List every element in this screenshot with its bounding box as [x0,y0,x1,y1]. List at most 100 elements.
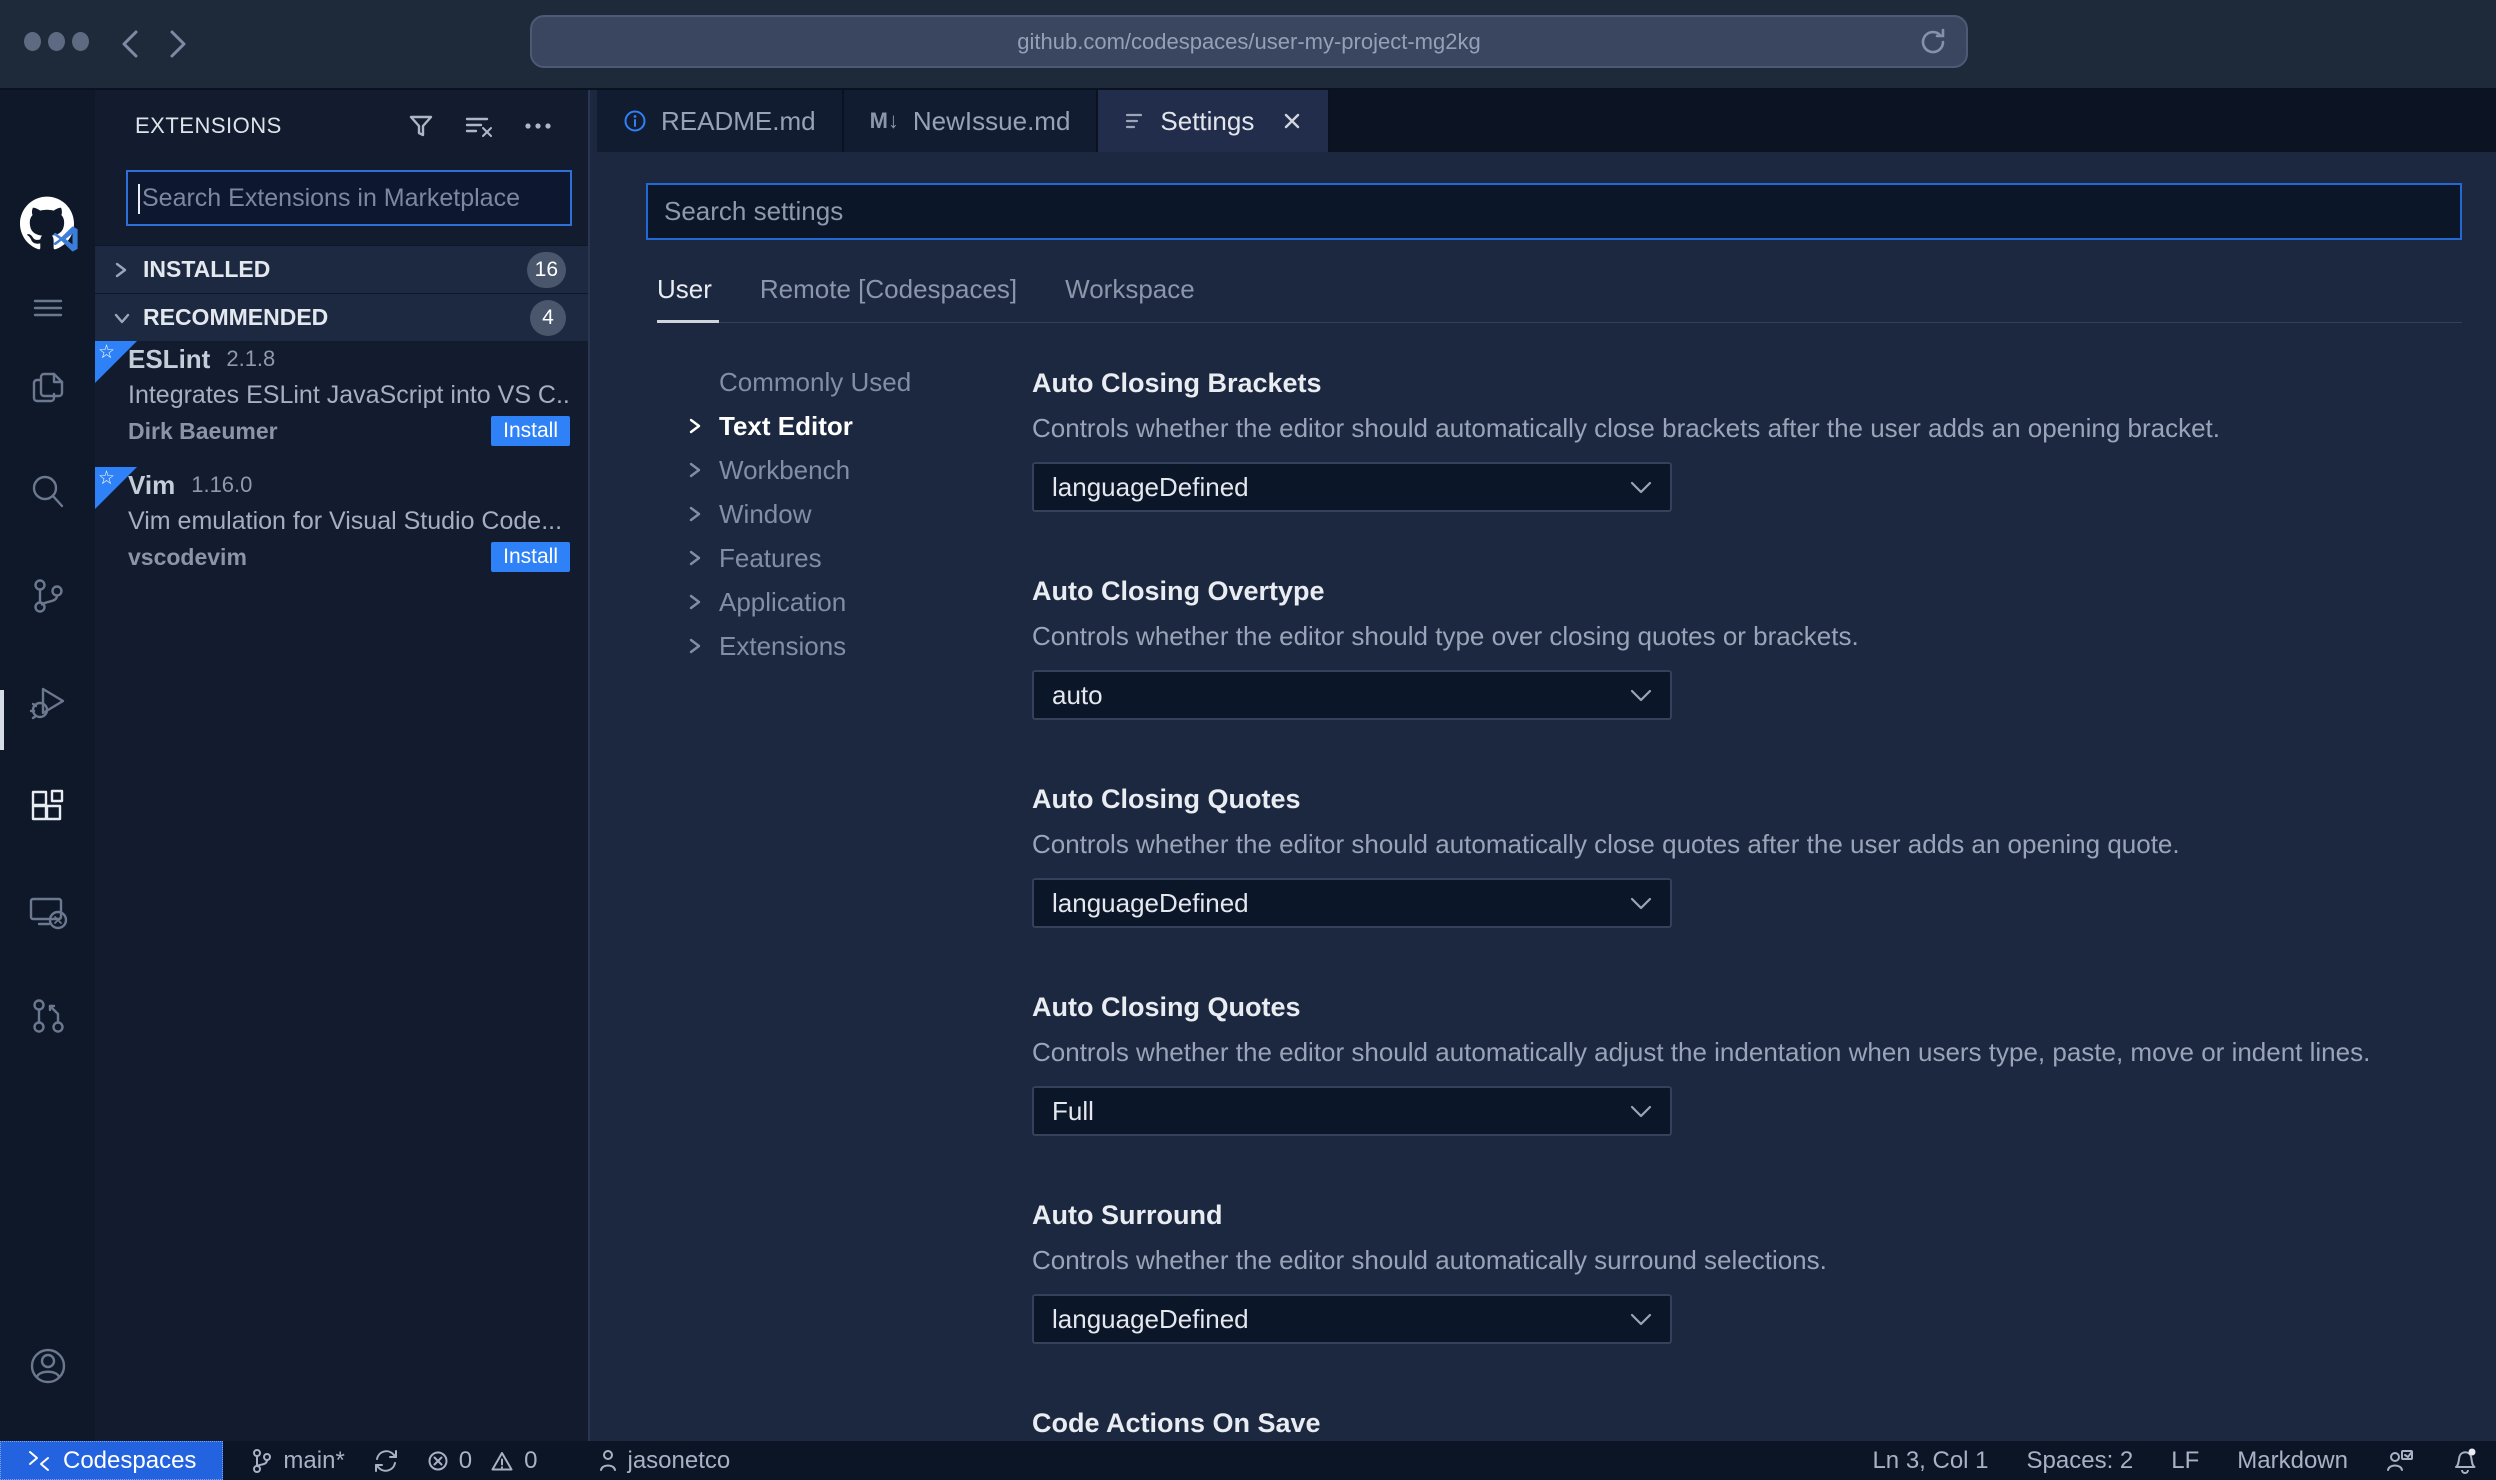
pull-request-icon[interactable] [20,988,76,1044]
warning-count: 0 [524,1446,538,1474]
traffic-light-minimize[interactable] [48,32,65,51]
source-control-icon[interactable] [20,568,76,624]
section-recommended[interactable]: RECOMMENDED 4 [95,293,588,341]
sync-icon [373,1448,399,1474]
more-actions-icon[interactable] [524,122,552,130]
user-label: jasonetco [627,1446,731,1474]
tree-label: Workbench [719,454,851,485]
forward-button[interactable] [160,26,196,62]
setting-dropdown[interactable]: languageDefined [1032,1294,1672,1344]
chevron-down-icon [113,310,133,326]
tree-item-commonly-used[interactable]: Commonly Used [683,360,1013,404]
extensions-search-input[interactable] [128,172,570,224]
tree-item-features[interactable]: Features [683,536,1013,580]
dropdown-value: languageDefined [1052,1303,1249,1334]
tab-label: Settings [1160,105,1255,136]
explorer-icon[interactable] [20,360,76,416]
chevron-right-icon [113,261,133,279]
markdown-icon: M↓ [869,108,899,133]
language-status[interactable]: Markdown [2237,1447,2348,1475]
install-button[interactable]: Install [491,542,570,572]
scope-tab-remote[interactable]: Remote [Codespaces] [760,274,1017,305]
clear-extensions-icon[interactable] [464,113,494,139]
url-bar[interactable]: github.com/codespaces/user-my-project-mg… [530,15,1968,68]
setting-dropdown[interactable]: auto [1032,670,1672,720]
traffic-light-close[interactable] [24,32,41,51]
install-button[interactable]: Install [491,416,570,446]
back-button[interactable] [112,26,148,62]
setting-dropdown[interactable]: languageDefined [1032,462,1672,512]
user-status[interactable]: jasonetco [598,1446,731,1475]
tree-item-application[interactable]: Application [683,580,1013,624]
filter-icon[interactable] [408,113,434,139]
extension-item-eslint[interactable]: ☆ ESLint 2.1.8 Integrates ESLint JavaScr… [95,341,588,463]
indent-status[interactable]: Spaces: 2 [2027,1447,2134,1475]
tab-newissue[interactable]: M↓ NewIssue.md [843,90,1099,152]
tab-label: README.md [661,105,816,136]
search-icon[interactable] [20,464,76,520]
setting-title: Auto Closing Brackets [1032,368,1322,398]
extensions-sidebar: EXTENSIONS INSTALLED 16 RECOMMENDED 4 ☆ [95,90,590,1441]
forward-icon [167,29,189,59]
extension-item-vim[interactable]: ☆ Vim 1.16.0 Vim emulation for Visual St… [95,467,588,589]
tree-item-window[interactable]: Window [683,492,1013,536]
tab-readme[interactable]: README.md [597,90,844,152]
remote-icon [27,1450,51,1472]
eol-status[interactable]: LF [2171,1447,2199,1475]
settings-search[interactable] [646,183,2462,240]
menu-icon[interactable] [20,280,76,336]
tree-label: Application [719,586,847,617]
codespaces-badge[interactable]: Codespaces [0,1441,224,1480]
extension-version: 1.16.0 [191,472,253,497]
refresh-button[interactable] [1918,27,1948,57]
setting-title: Auto Closing Quotes [1032,784,1301,814]
tree-item-extensions[interactable]: Extensions [683,624,1013,668]
extensions-icon[interactable] [20,780,76,836]
setting-dropdown[interactable]: Full [1032,1086,1672,1136]
browser-chrome: github.com/codespaces/user-my-project-mg… [0,0,2496,90]
setting-title: Auto Closing Overtype [1032,576,1325,606]
extension-name: Vim [128,469,176,500]
info-icon [623,109,647,133]
scope-tab-workspace[interactable]: Workspace [1065,274,1195,305]
settings-scope-tabs: User Remote [Codespaces] Workspace [657,274,1195,305]
settings-page: User Remote [Codespaces] Workspace Commo… [597,152,2496,1441]
setting-auto-closing-quotes-2: Auto Closing Quotes Controls whether the… [1032,992,2457,1136]
extensions-search[interactable] [126,170,572,226]
github-codespaces-logo[interactable] [19,196,78,252]
extension-description: Integrates ESLint JavaScript into VS C..… [128,380,570,409]
text-caret [138,184,140,214]
debug-icon[interactable] [20,674,76,730]
branch-status[interactable]: main* [251,1447,345,1475]
cursor-position[interactable]: Ln 3, Col 1 [1872,1447,1988,1475]
traffic-light-zoom[interactable] [72,32,89,51]
feedback-icon[interactable] [2386,1448,2414,1474]
tree-item-workbench[interactable]: Workbench [683,448,1013,492]
tree-item-text-editor[interactable]: Text Editor [683,404,1013,448]
refresh-icon [1918,27,1948,57]
remote-explorer-icon[interactable] [20,884,76,940]
section-label: INSTALLED [143,256,271,282]
setting-dropdown[interactable]: languageDefined [1032,878,1672,928]
problems-status[interactable]: 0 0 [427,1447,538,1475]
tree-label: Text Editor [719,410,853,441]
account-icon[interactable] [20,1338,76,1394]
setting-description: Controls whether the editor should autom… [1032,829,2180,859]
star-icon: ☆ [98,468,116,489]
error-icon [427,1450,449,1472]
close-icon[interactable] [1282,111,1302,131]
setting-auto-closing-overtype: Auto Closing Overtype Controls whether t… [1032,576,2457,720]
scope-tab-user[interactable]: User [657,274,712,305]
settings-search-input[interactable] [648,185,2460,238]
branch-icon [251,1448,273,1474]
section-installed[interactable]: INSTALLED 16 [95,245,588,293]
sync-button[interactable] [373,1448,399,1474]
tab-settings[interactable]: Settings [1098,90,1331,152]
dropdown-value: languageDefined [1052,887,1249,918]
chevron-down-icon [1630,689,1652,702]
bell-icon[interactable] [2452,1447,2478,1475]
editor-area: README.md M↓ NewIssue.md Settings Search… [597,90,2496,1441]
tab-label: NewIssue.md [912,105,1071,136]
extension-description: Vim emulation for Visual Studio Code... [128,506,563,535]
warning-icon [490,1450,514,1472]
